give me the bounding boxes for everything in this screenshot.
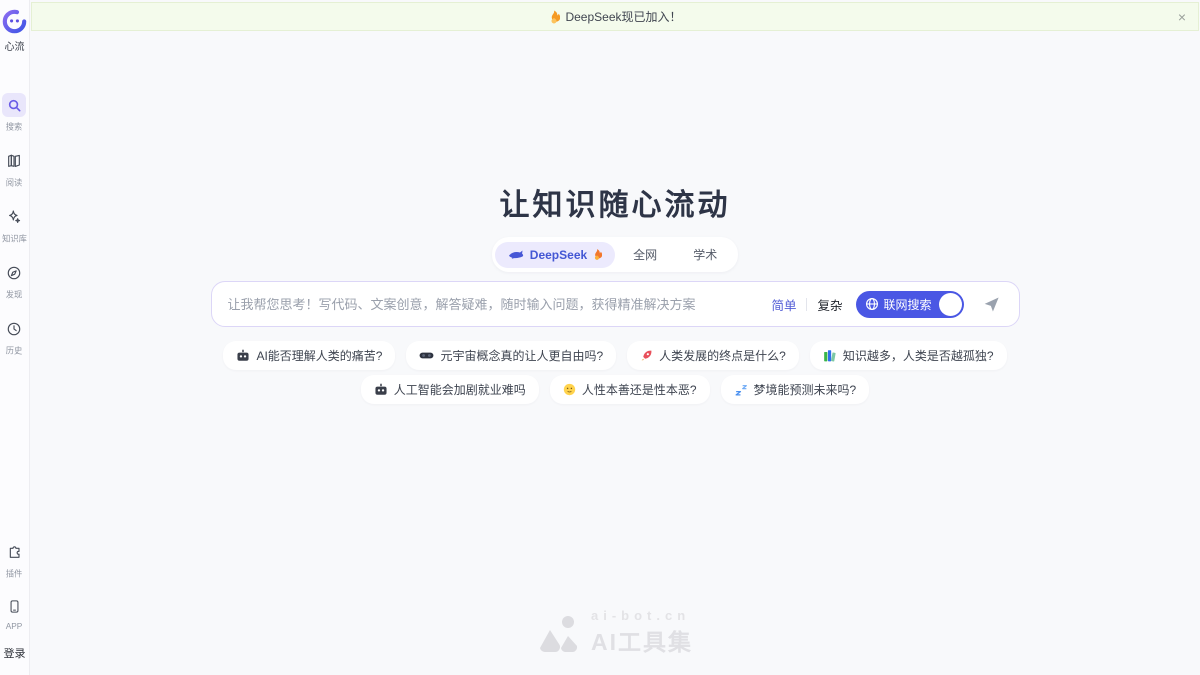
web-search-toggle[interactable]: 联网搜索	[856, 291, 963, 318]
suggestion-label: 人类发展的终点是什么?	[659, 347, 786, 364]
sidebar-label: 插件	[6, 568, 23, 580]
robot-icon	[236, 349, 250, 362]
watermark: ai-bot.cn AI工具集	[30, 608, 1200, 657]
watermark-title: AI工具集	[591, 623, 693, 657]
discover-icon	[2, 261, 26, 285]
suggestion-label: 知识越多，人类是否越孤独?	[843, 347, 994, 364]
sidebar-item-plugin[interactable]: 插件	[3, 540, 27, 580]
login-button[interactable]: 登录	[4, 645, 26, 661]
whale-icon	[508, 249, 525, 261]
tab-academic[interactable]: 学术	[675, 240, 735, 269]
sidebar-item-discover[interactable]: 发现	[2, 261, 26, 301]
suggestion-chip[interactable]: 人工智能会加剧就业难吗	[361, 375, 539, 404]
suggestion-chip[interactable]: 梦境能预测未来吗?	[721, 375, 870, 404]
mode-simple-button[interactable]: 简单	[771, 295, 796, 314]
sidebar: 心流 搜索 阅读 知	[0, 0, 30, 675]
suggestion-label: 元宇宙概念真的让人更自由吗?	[440, 347, 603, 364]
main-content: 让知识随心流动 DeepSeek 全网	[30, 0, 1200, 675]
toggle-knob	[939, 293, 962, 316]
watermark-domain: ai-bot.cn	[591, 608, 693, 623]
robot-icon	[374, 383, 388, 396]
smiley-icon	[563, 383, 576, 396]
sidebar-label: 历史	[6, 345, 23, 357]
suggestion-label: AI能否理解人类的痛苦?	[256, 347, 382, 364]
flame-icon	[592, 248, 602, 261]
sidebar-item-search[interactable]: 搜索	[2, 93, 26, 133]
web-search-label: 联网搜索	[883, 296, 931, 313]
search-icon	[2, 93, 26, 117]
search-bar: 简单 复杂 联网搜索	[211, 281, 1020, 327]
sidebar-item-app[interactable]: APP	[3, 594, 27, 631]
plugin-icon	[3, 540, 27, 564]
tab-label: 全网	[633, 246, 657, 263]
sidebar-label: 发现	[6, 289, 23, 301]
sidebar-item-knowledge[interactable]: 知识库	[1, 205, 28, 245]
ai-bot-logo-icon	[537, 614, 581, 652]
suggestion-chip[interactable]: 知识越多，人类是否越孤独?	[810, 341, 1007, 370]
globe-icon	[865, 297, 879, 311]
zzz-icon	[734, 384, 748, 396]
suggestion-chips-row-1: AI能否理解人类的痛苦? 元宇宙概念真的让人更自由吗? 人类发展的终点是什么? …	[223, 341, 1006, 370]
app-icon	[3, 594, 27, 618]
suggestion-chip[interactable]: 元宇宙概念真的让人更自由吗?	[406, 341, 616, 370]
mode-complex-button[interactable]: 复杂	[817, 295, 842, 314]
books-icon	[823, 349, 837, 362]
suggestion-chip[interactable]: 人性本善还是性本恶?	[550, 375, 710, 404]
sidebar-item-reading[interactable]: 阅读	[2, 149, 26, 189]
divider	[806, 298, 807, 311]
suggestion-chip[interactable]: 人类发展的终点是什么?	[627, 341, 799, 370]
suggestion-label: 梦境能预测未来吗?	[754, 381, 857, 398]
send-button[interactable]	[977, 289, 1007, 319]
suggestion-label: 人性本善还是性本恶?	[582, 381, 697, 398]
tab-label: 学术	[693, 246, 717, 263]
knowledge-icon	[2, 205, 26, 229]
suggestion-chips-row-2: 人工智能会加剧就业难吗 人性本善还是性本恶? 梦境能预测未来吗?	[361, 375, 869, 404]
tab-whole-web[interactable]: 全网	[615, 240, 675, 269]
sidebar-label: 搜索	[6, 121, 23, 133]
vr-glasses-icon	[419, 351, 434, 360]
page-title: 让知识随心流动	[500, 180, 731, 224]
logo-label: 心流	[5, 38, 25, 53]
xinliu-logo-icon	[2, 9, 27, 34]
app-logo[interactable]: 心流	[2, 9, 27, 53]
rocket-icon	[640, 349, 653, 362]
sidebar-item-history[interactable]: 历史	[2, 317, 26, 357]
search-input[interactable]	[228, 297, 772, 312]
sidebar-label: APP	[6, 621, 23, 630]
sidebar-label: 知识库	[2, 233, 27, 245]
suggestion-chip[interactable]: AI能否理解人类的痛苦?	[223, 341, 395, 370]
sidebar-label: 阅读	[6, 177, 23, 189]
history-icon	[2, 317, 26, 341]
search-mode-tabs: DeepSeek 全网 学术	[492, 237, 738, 272]
suggestion-label: 人工智能会加剧就业难吗	[394, 381, 526, 398]
tab-label: DeepSeek	[530, 248, 587, 262]
tab-deepseek[interactable]: DeepSeek	[495, 242, 615, 268]
reading-icon	[2, 149, 26, 173]
